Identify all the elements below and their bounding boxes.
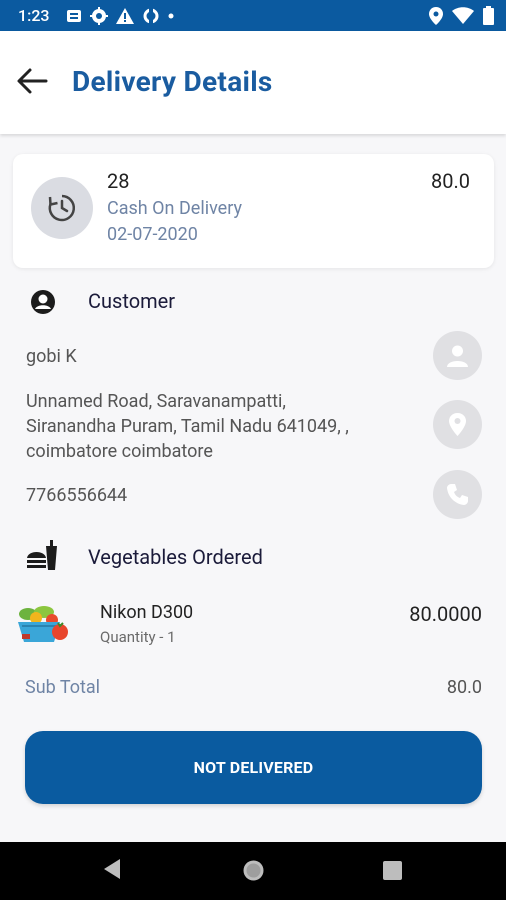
product-quantity: Quantity - 1 [100,628,176,646]
customer-phone: 7766556644 [26,485,128,506]
address-line-2: Siranandha Puram, Tamil Nadu 641049, , [26,416,349,437]
customer-location-button[interactable] [433,400,482,449]
app-bar: Delivery Details [0,31,506,134]
location-icon [429,6,443,25]
subtotal-value: 80.0 [446,677,482,697]
order-id: 28 [107,169,130,193]
subtotal-label: Sub Total [25,677,101,697]
product-name: Nikon D300 [100,602,194,623]
settings-icon [90,7,108,25]
fastfood-icon [27,540,57,570]
battery-icon [483,6,494,25]
not-delivered-button[interactable]: NOT DELIVERED [25,731,482,804]
phone-icon [447,484,468,505]
wifi-icon [452,7,474,24]
order-status-avatar [31,177,93,239]
warning-icon [116,8,134,24]
nav-home-icon[interactable] [242,859,265,882]
account-circle-icon [31,290,55,314]
system-nav-bar [0,842,506,900]
customer-section-title: Customer [88,289,176,313]
sync-icon [143,7,159,25]
items-section-title: Vegetables Ordered [88,545,263,569]
product-price: 80.0000 [409,602,482,626]
customer-name: gobi K [26,346,77,367]
page-title: Delivery Details [72,65,273,98]
notification-icon [67,10,81,22]
vegetables-basket-image [18,606,68,642]
back-arrow-icon [17,68,48,94]
order-amount: 80.0 [431,169,470,193]
status-time: 1:23 [18,6,50,25]
customer-profile-button[interactable] [433,331,482,380]
dot-icon [168,13,174,19]
back-button[interactable] [16,67,50,97]
address-line-3: coimbatore coimbatore [26,441,213,462]
history-icon [48,194,75,222]
status-bar: 1:23 [0,0,506,31]
subtotal-row: Sub Total 80.0 [0,672,506,697]
order-card[interactable]: 28 Cash On Delivery 02-07-2020 80.0 [13,154,494,268]
call-customer-button[interactable] [433,470,482,519]
order-date: 02-07-2020 [107,224,198,245]
nav-back-icon[interactable] [103,858,121,880]
nav-recents-icon[interactable] [383,861,402,880]
location-pin-icon [449,413,466,436]
person-icon [447,345,468,367]
address-line-1: Unnamed Road, Saravanampatti, [26,391,286,412]
payment-method: Cash On Delivery [107,198,242,219]
